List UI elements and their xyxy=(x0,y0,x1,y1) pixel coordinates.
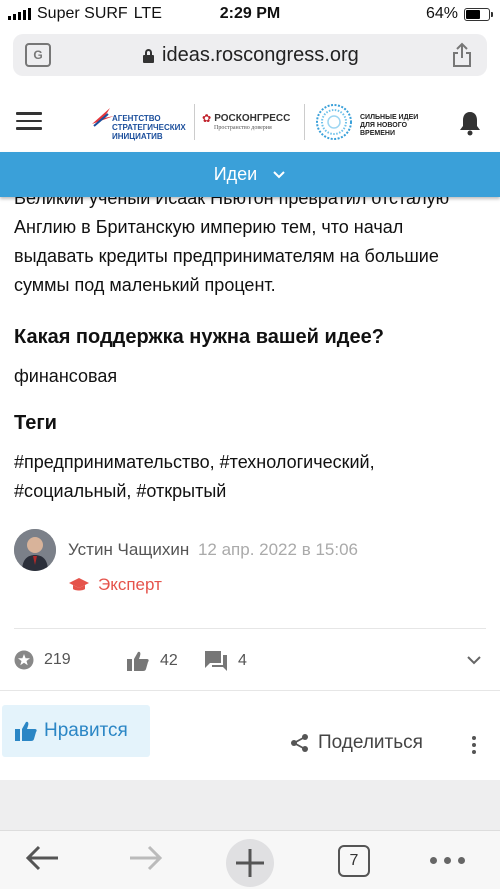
more-vertical-icon[interactable] xyxy=(472,736,476,757)
thumbs-up-icon xyxy=(127,651,149,671)
ideas-circle-icon xyxy=(316,104,352,140)
tags-line[interactable]: #предпринимательство, #технологический, xyxy=(14,448,484,477)
url-text: ideas.roscongress.org xyxy=(162,44,359,66)
section-dropdown[interactable]: Идеи xyxy=(0,152,500,197)
chevron-down-icon xyxy=(273,171,285,179)
ideas-logo-line: СИЛЬНЫЕ ИДЕИ xyxy=(360,114,419,121)
description-line: Англию в Британскую империю тем, что нач… xyxy=(14,217,404,237)
comments-count: 4 xyxy=(238,652,247,669)
post-date: 12 апр. 2022 в 15:06 xyxy=(197,540,358,559)
battery-info: 64% xyxy=(425,5,493,23)
divider xyxy=(0,690,500,691)
asi-logo-line: АГЕНТСТВО xyxy=(112,114,161,123)
roscongress-subtitle: Пространство доверия xyxy=(214,125,272,131)
likes-count: 42 xyxy=(160,652,178,669)
author-name[interactable]: Устин Чащихин xyxy=(68,540,189,559)
logo-divider xyxy=(194,104,195,140)
likes-stat[interactable]: 42 xyxy=(126,650,178,672)
support-heading: Какая поддержка нужна вашей идее? xyxy=(14,326,384,348)
share-label: Поделиться xyxy=(318,732,423,753)
lock-icon xyxy=(143,48,154,63)
avatar[interactable] xyxy=(14,529,56,571)
support-value: финансовая xyxy=(14,366,118,386)
flower-icon: ✿ xyxy=(202,113,212,125)
forward-icon[interactable] xyxy=(128,843,164,878)
asi-logo-line: СТРАТЕГИЧЕСКИХ xyxy=(112,123,186,132)
battery-percent: 64% xyxy=(425,5,458,22)
ideas-logo-line: ДЛЯ НОВОГО xyxy=(360,122,408,129)
stats-row: 219 42 4 xyxy=(14,646,486,676)
plus-icon xyxy=(236,849,264,877)
asi-logo-line: ИНИЦИАТИВ xyxy=(112,132,163,141)
back-icon[interactable] xyxy=(24,843,60,878)
tags-line[interactable]: #социальный, #открытый xyxy=(14,477,484,506)
asi-logo[interactable]: АГЕНТСТВО СТРАТЕГИЧЕСКИХ ИНИЦИАТИВ xyxy=(90,100,190,144)
roscongress-name: РОСКОНГРЕСС xyxy=(214,113,291,124)
graduation-cap-icon xyxy=(69,578,89,591)
tags-heading: Теги xyxy=(14,412,57,434)
logo-divider xyxy=(304,104,305,140)
divider xyxy=(14,628,486,629)
rating-count: 219 xyxy=(44,651,71,668)
share-button[interactable]: Поделиться xyxy=(290,732,423,754)
idea-description: Великий ученый Исаак Ньютон превратил от… xyxy=(14,188,484,312)
author-line: Устин Чащихин 12 апр. 2022 в 15:06 xyxy=(68,540,358,560)
site-header: АГЕНТСТВО СТРАТЕГИЧЕСКИХ ИНИЦИАТИВ ✿ РОСК… xyxy=(0,92,500,152)
expert-label: Эксперт xyxy=(98,575,162,594)
like-button[interactable]: Нравится xyxy=(2,705,150,757)
status-bar: Super SURF LTE 2:29 PM 64% xyxy=(0,0,500,30)
tabs-button[interactable]: 7 xyxy=(338,845,370,877)
like-label: Нравится xyxy=(44,720,128,741)
rating-stat: 219 xyxy=(14,650,71,670)
share-icon[interactable] xyxy=(451,42,473,73)
star-icon xyxy=(14,650,34,670)
new-tab-button[interactable] xyxy=(226,839,274,887)
page-footer-area xyxy=(0,780,500,830)
bell-icon[interactable] xyxy=(458,110,482,141)
ideas-logo[interactable]: СИЛЬНЫЕ ИДЕИ ДЛЯ НОВОГО ВРЕМЕНИ xyxy=(312,100,432,144)
comments-icon xyxy=(205,651,227,671)
share-icon xyxy=(291,734,308,752)
comments-stat[interactable]: 4 xyxy=(204,650,247,672)
browser-toolbar: 7 xyxy=(0,830,500,889)
tags-list: #предпринимательство, #технологический, … xyxy=(14,448,484,506)
translate-icon[interactable]: G xyxy=(25,43,51,67)
chevron-down-icon[interactable] xyxy=(466,652,482,670)
expert-badge: Эксперт xyxy=(68,575,162,595)
description-line: выдавать кредиты предпринимателям на бол… xyxy=(14,246,439,266)
url-bar[interactable]: G ideas.roscongress.org xyxy=(13,34,487,76)
more-icon[interactable] xyxy=(430,857,465,864)
address[interactable]: ideas.roscongress.org xyxy=(143,44,359,67)
roscongress-logo[interactable]: ✿ РОСКОНГРЕСС Пространство доверия xyxy=(202,112,290,131)
menu-icon[interactable] xyxy=(16,112,42,132)
ideas-logo-line: ВРЕМЕНИ xyxy=(360,130,395,137)
thumbs-up-icon xyxy=(15,721,37,741)
battery-icon xyxy=(464,7,493,21)
description-line: суммы под маленький процент. xyxy=(14,275,276,295)
section-label: Идеи xyxy=(213,164,258,184)
